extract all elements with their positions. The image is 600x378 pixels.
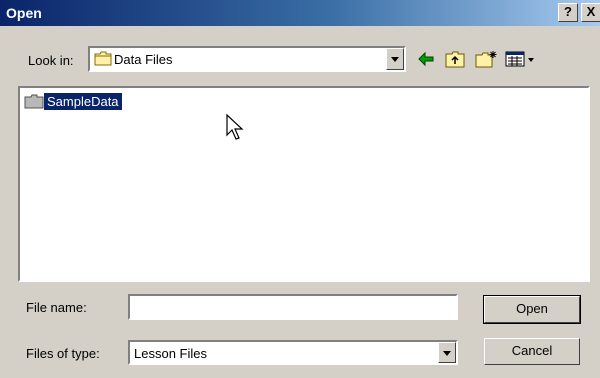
mouse-cursor-icon: [226, 113, 244, 140]
file-type-value: Lesson Files: [134, 346, 207, 361]
title-bar[interactable]: Open ? X: [0, 0, 600, 26]
look-in-combo[interactable]: Data Files: [88, 46, 406, 72]
file-list[interactable]: SampleData: [18, 86, 590, 282]
file-type-combo[interactable]: Lesson Files: [128, 340, 458, 365]
new-folder-icon[interactable]: [474, 49, 498, 69]
window-title: Open: [6, 5, 42, 21]
close-button[interactable]: X: [581, 3, 600, 22]
open-button[interactable]: Open: [483, 295, 581, 324]
folder-icon: [94, 51, 112, 66]
look-in-value: Data Files: [114, 52, 173, 67]
help-button[interactable]: ?: [558, 3, 578, 22]
file-type-label: Files of type:: [26, 346, 100, 361]
look-in-label: Look in:: [28, 53, 74, 68]
open-dialog: Open ? X Look in: Data Files SampleData …: [0, 0, 600, 378]
file-type-dropdown-button[interactable]: [438, 342, 456, 363]
up-folder-icon[interactable]: [444, 49, 466, 69]
file-name-input[interactable]: [128, 294, 458, 320]
back-arrow-icon[interactable]: [416, 49, 436, 69]
look-in-dropdown-button[interactable]: [386, 48, 404, 70]
file-name-label: File name:: [26, 300, 87, 315]
list-item-label: SampleData: [44, 93, 122, 110]
folder-icon: [24, 94, 44, 109]
view-menu-icon[interactable]: [504, 49, 536, 69]
cancel-button[interactable]: Cancel: [484, 338, 580, 365]
